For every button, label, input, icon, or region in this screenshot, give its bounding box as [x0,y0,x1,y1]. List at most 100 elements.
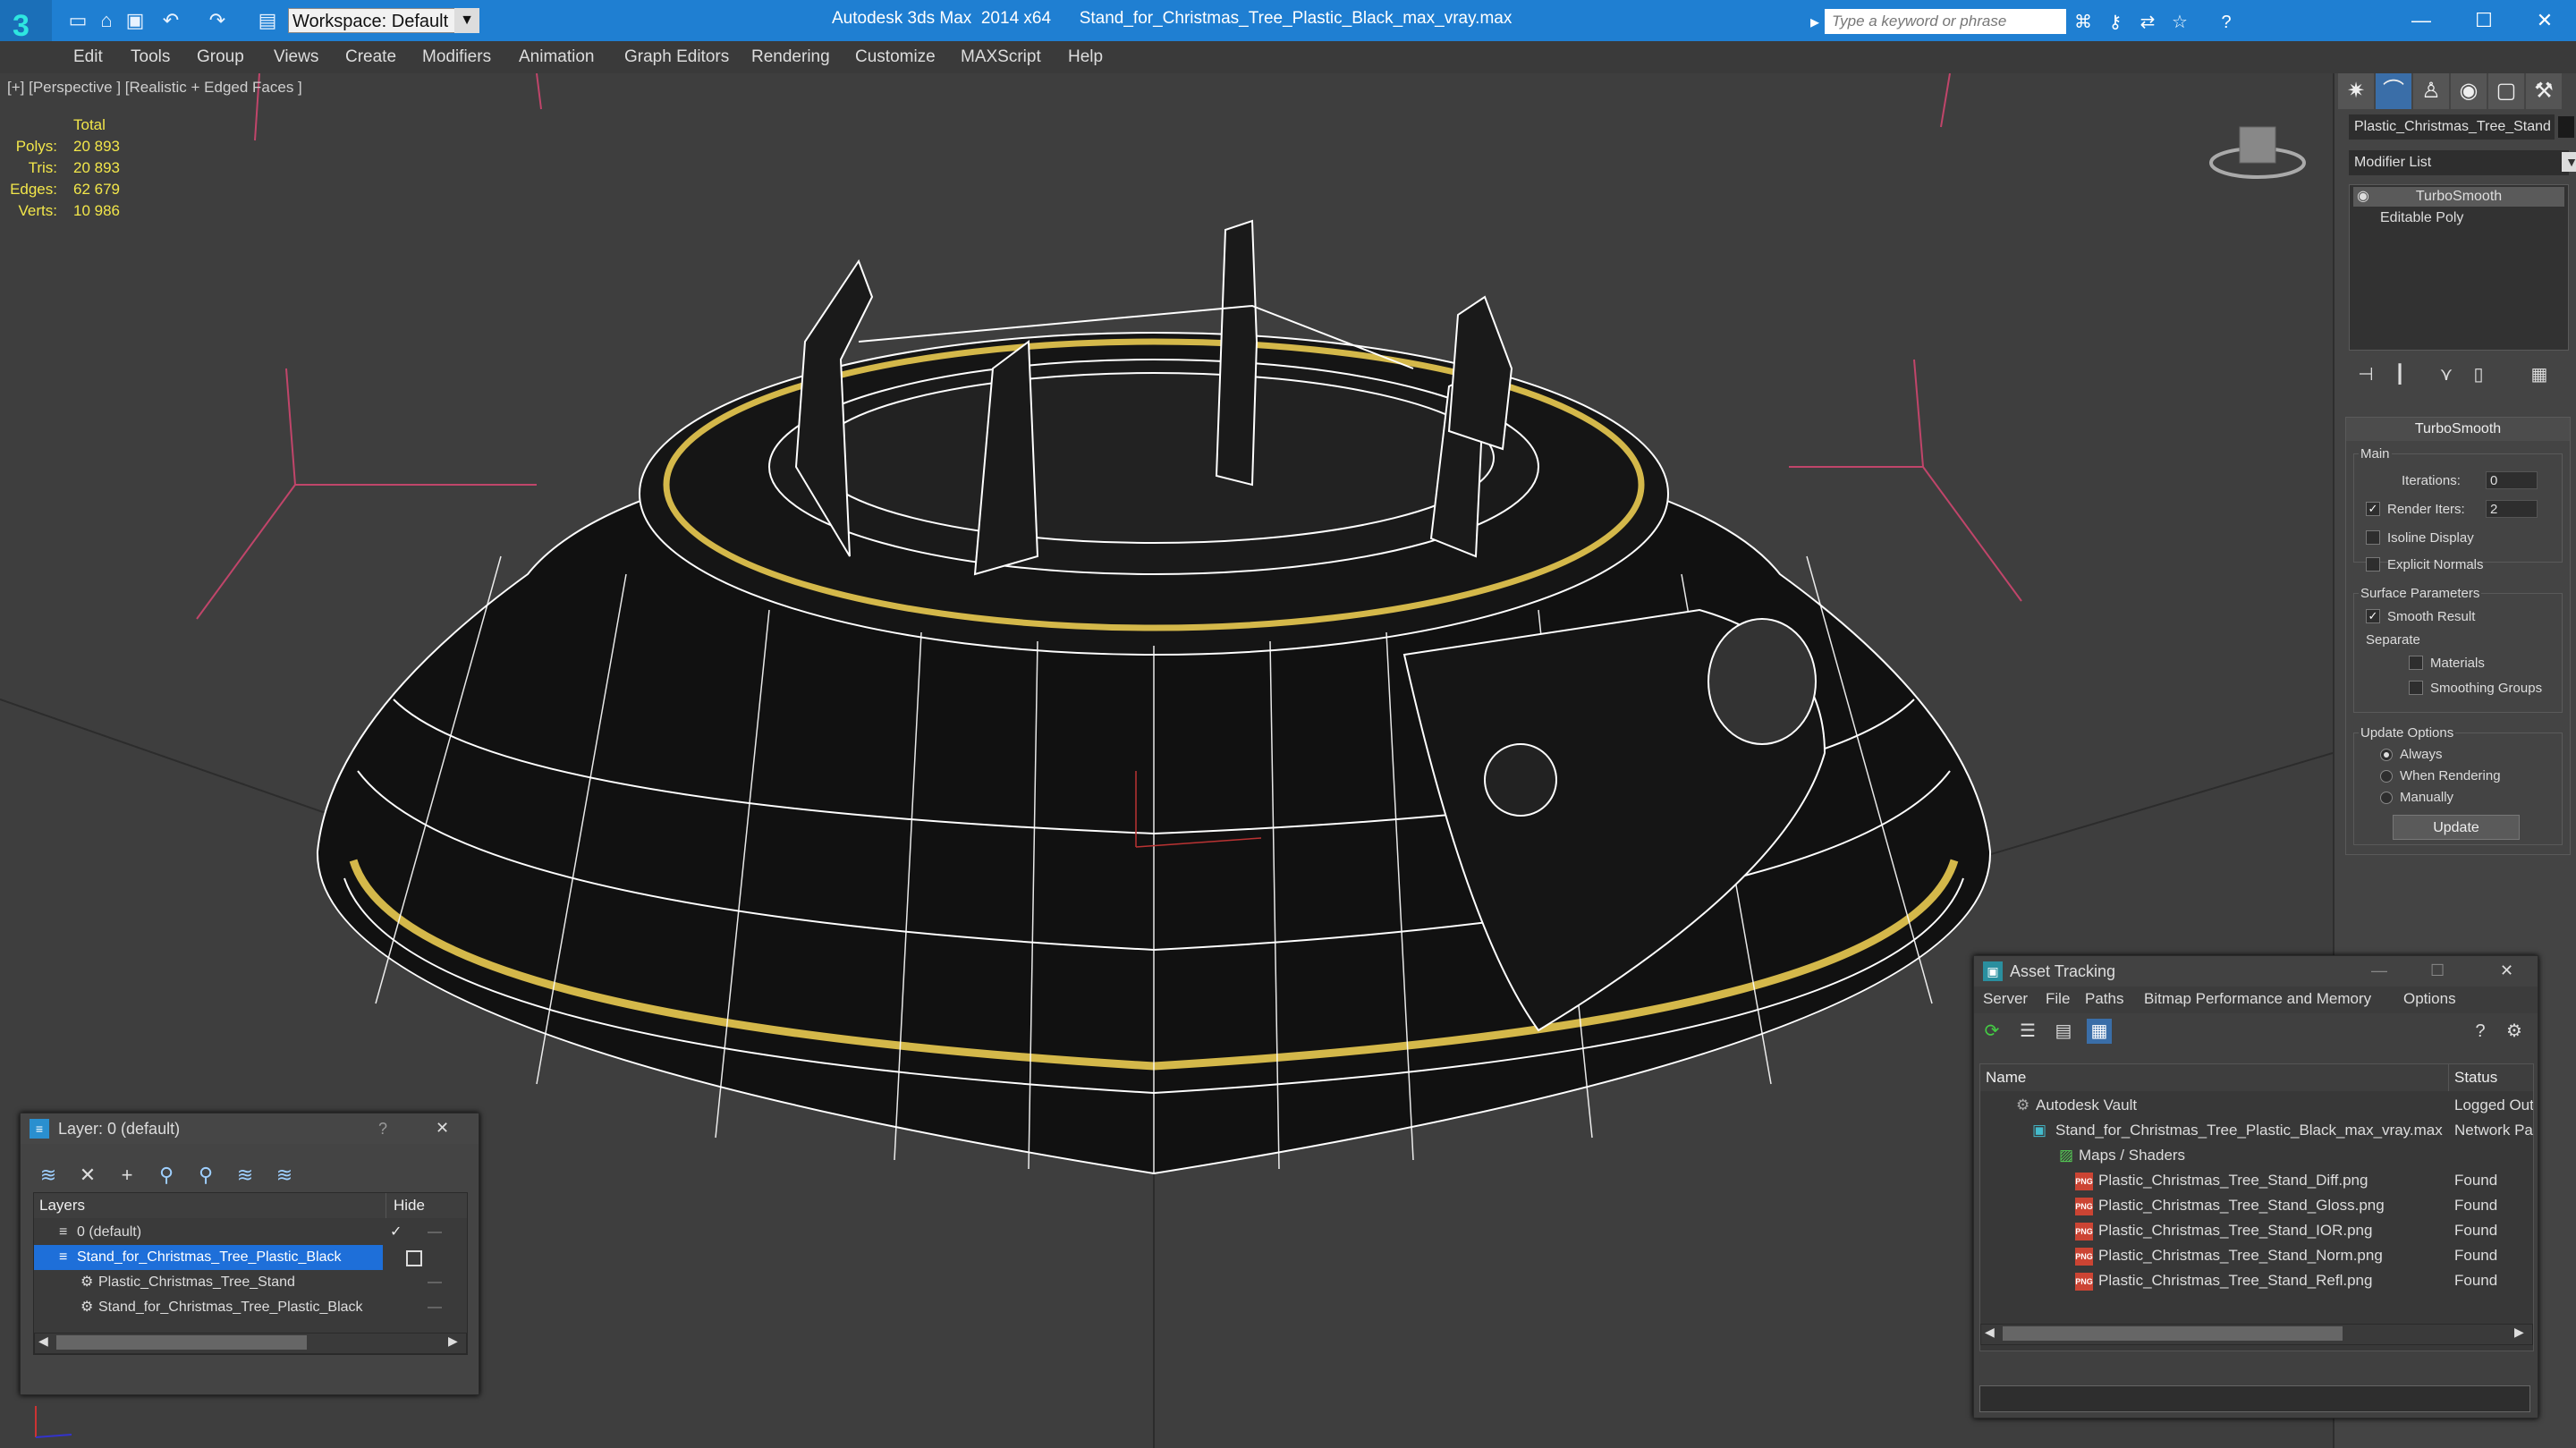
pin-stack-icon[interactable]: ⊣ [2352,361,2379,388]
asset-row[interactable]: PNG Plastic_Christmas_Tree_Stand_Refl.pn… [1980,1268,2533,1293]
modify-tab-icon[interactable]: ⌒ [2376,73,2411,109]
asset-menu-bitmap[interactable]: Bitmap Performance and Memory [2144,990,2371,1008]
remove-modifier-icon[interactable]: ▯ [2465,361,2492,388]
layer-object-row[interactable]: ⚙ Stand_for_Christmas_Tree_Plastic_Black… [34,1295,467,1320]
configure-sets-icon[interactable]: ▦ [2526,361,2553,388]
iterations-spinner[interactable]: 0 [2486,471,2538,489]
materials-checkbox[interactable] [2409,656,2423,670]
star-icon[interactable]: ☆ [2168,11,2191,34]
object-name-field[interactable]: Plastic_Christmas_Tree_Stand [2349,114,2555,140]
always-radio[interactable] [2380,749,2393,761]
asset-row[interactable]: PNG Plastic_Christmas_Tree_Stand_Diff.pn… [1980,1168,2533,1193]
search-expand-icon[interactable]: ▸ [1803,11,1826,34]
utilities-tab-icon[interactable]: ⚒ [2526,73,2562,109]
smoothing-groups-checkbox[interactable] [2409,681,2423,695]
select-in-layer-icon[interactable]: ⚲ [153,1162,180,1189]
stack-item-editable-poly[interactable]: Editable Poly [2353,208,2564,228]
binoculars-icon[interactable]: ⌘ [2072,11,2095,34]
scroll-right-icon[interactable]: ▶ [2514,1325,2524,1340]
table-view-icon[interactable]: ▦ [2087,1019,2112,1044]
workspace-dropdown[interactable]: Workspace: Default [288,8,467,33]
menu-animation[interactable]: Animation [519,45,595,70]
chevron-down-icon[interactable]: ▼ [2562,152,2576,172]
smooth-result-checkbox[interactable]: ✓ [2366,609,2380,623]
close-icon[interactable]: ✕ [436,1119,449,1138]
render-iters-checkbox[interactable]: ✓ [2366,502,2380,516]
christmas-tree-stand-model[interactable] [316,219,1992,1175]
server-help-icon[interactable]: ? [2468,1019,2493,1044]
stack-item-turbosmooth[interactable]: ◉ TurboSmooth [2353,187,2564,207]
show-end-result-icon[interactable]: ┃ [2386,361,2413,388]
save-icon[interactable]: ▣ [123,9,147,32]
status-column-header[interactable]: Status [2449,1064,2533,1091]
scrollbar-thumb[interactable] [56,1335,307,1350]
asset-row[interactable]: PNG Plastic_Christmas_Tree_Stand_Norm.pn… [1980,1243,2533,1268]
menu-help[interactable]: Help [1068,45,1103,70]
name-column-header[interactable]: Name [1980,1064,2449,1091]
search-input[interactable]: Type a keyword or phrase [1825,9,2066,34]
hide-toggle[interactable]: — [428,1270,442,1295]
open-file-icon[interactable]: ⌂ [95,9,118,32]
explicit-normals-checkbox[interactable] [2366,557,2380,572]
asset-horizontal-scrollbar[interactable]: ◀ ▶ [1980,1324,2533,1345]
menu-modifiers[interactable]: Modifiers [422,45,491,70]
make-unique-icon[interactable]: ⋎ [2433,361,2460,388]
menu-graph-editors[interactable]: Graph Editors [624,45,729,70]
list-view-icon[interactable]: ☰ [2015,1019,2040,1044]
isoline-checkbox[interactable] [2366,530,2380,545]
freeze-all-layers-icon[interactable]: ≋ [271,1162,298,1189]
create-tab-icon[interactable]: ✷ [2338,73,2374,109]
viewcube-icon[interactable] [2209,126,2306,179]
asset-row[interactable]: ▣ Stand_for_Christmas_Tree_Plastic_Black… [1980,1118,2533,1143]
modifier-list-dropdown[interactable]: Modifier List ▼ [2349,150,2576,175]
hierarchy-tab-icon[interactable]: ♙ [2413,73,2449,109]
help-icon[interactable]: ? [2215,11,2238,34]
viewport-label-menu[interactable]: [+] [Perspective ] [Realistic + Edged Fa… [7,79,302,97]
render-iters-spinner[interactable]: 2 [2486,500,2538,518]
hide-toggle[interactable]: — [428,1220,442,1245]
project-folder-icon[interactable]: ▤ [256,9,279,32]
layer-object-row[interactable]: ⚙ Plastic_Christmas_Tree_Stand — [34,1270,467,1295]
key-icon[interactable]: ⚷ [2104,11,2127,34]
chevron-down-icon[interactable]: ▼ [454,8,479,33]
asset-path-field[interactable] [1979,1385,2530,1412]
scroll-left-icon[interactable]: ◀ [38,1334,48,1349]
layer-row-default[interactable]: ≡ 0 (default) ✓ — [34,1220,467,1245]
menu-views[interactable]: Views [274,45,318,70]
motion-tab-icon[interactable]: ◉ [2451,73,2487,109]
hide-column-header[interactable]: Hide [386,1193,467,1218]
delete-layer-icon[interactable]: ✕ [74,1162,101,1189]
hide-toggle[interactable]: — [428,1295,442,1320]
maximize-button[interactable]: ☐ [2453,0,2515,41]
settings-icon[interactable]: ⚙ [2502,1019,2527,1044]
update-button[interactable]: Update [2393,815,2520,840]
display-tab-icon[interactable]: ▢ [2488,73,2524,109]
highlight-layer-icon[interactable]: ⚲ [192,1162,219,1189]
undo-icon[interactable]: ↶ [159,9,182,32]
layer-horizontal-scrollbar[interactable]: ◀ ▶ [34,1333,467,1354]
layer-dialog-titlebar[interactable]: ≡ Layer: 0 (default) ? ✕ [21,1114,479,1144]
asset-row[interactable]: ▨ Maps / Shaders [1980,1143,2533,1168]
scroll-right-icon[interactable]: ▶ [448,1334,458,1349]
asset-menu-paths[interactable]: Paths [2085,990,2123,1008]
menu-create[interactable]: Create [345,45,396,70]
scrollbar-thumb[interactable] [2003,1326,2343,1341]
menu-maxscript[interactable]: MAXScript [961,45,1041,70]
asset-row[interactable]: ⚙ Autodesk Vault Logged Out [1980,1093,2533,1118]
maximize-icon[interactable]: ☐ [2430,961,2445,980]
refresh-icon[interactable]: ⟳ [1979,1019,2004,1044]
close-icon[interactable]: ✕ [2500,961,2513,980]
menu-tools[interactable]: Tools [131,45,170,70]
manually-radio[interactable] [2380,792,2393,804]
redo-icon[interactable]: ↷ [206,9,229,32]
menu-customize[interactable]: Customize [855,45,936,70]
asset-menu-options[interactable]: Options [2403,990,2456,1008]
hide-all-layers-icon[interactable]: ≋ [232,1162,258,1189]
current-layer-checkmark-icon[interactable]: ✓ [390,1220,402,1245]
new-file-icon[interactable]: ▭ [66,9,89,32]
minimize-button[interactable]: — [2390,0,2453,41]
exchange-icon[interactable]: ⇄ [2136,11,2159,34]
help-icon[interactable]: ? [378,1120,387,1139]
asset-menu-server[interactable]: Server [1983,990,2028,1008]
menu-group[interactable]: Group [197,45,244,70]
